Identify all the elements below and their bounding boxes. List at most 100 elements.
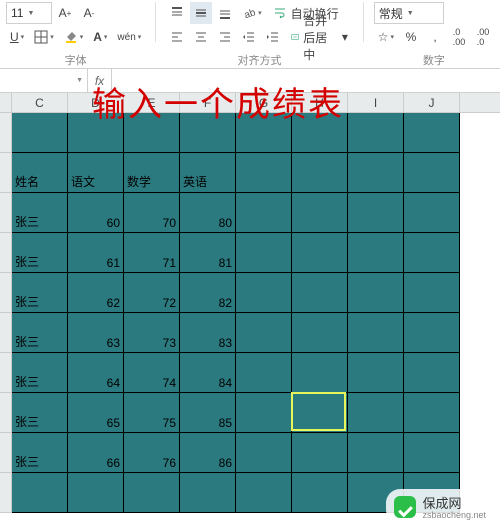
cell[interactable] <box>348 313 404 353</box>
cell[interactable]: 85 <box>180 393 236 433</box>
font-color-button[interactable]: A ▾ <box>89 26 111 48</box>
percent-button[interactable]: % <box>400 26 422 48</box>
row-header[interactable] <box>0 313 12 353</box>
underline-button[interactable]: U▾ <box>6 26 28 48</box>
column-header[interactable]: E <box>124 93 180 112</box>
cell[interactable]: 66 <box>68 433 124 473</box>
cell[interactable] <box>404 153 460 193</box>
cell[interactable]: 61 <box>68 233 124 273</box>
cell[interactable] <box>404 313 460 353</box>
align-left-button[interactable] <box>166 26 188 48</box>
cell[interactable]: 81 <box>180 233 236 273</box>
cell[interactable] <box>236 193 292 233</box>
cell[interactable] <box>404 393 460 433</box>
row-header[interactable] <box>0 153 12 193</box>
row-header[interactable] <box>0 393 12 433</box>
cell[interactable]: 张三 <box>12 313 68 353</box>
cell[interactable] <box>348 393 404 433</box>
cell[interactable]: 76 <box>124 433 180 473</box>
fx-button[interactable]: fx <box>88 69 112 92</box>
cell[interactable]: 张三 <box>12 393 68 433</box>
cell[interactable]: 张三 <box>12 233 68 273</box>
cell[interactable] <box>348 233 404 273</box>
cell[interactable]: 62 <box>68 273 124 313</box>
align-center-button[interactable] <box>190 26 212 48</box>
cell[interactable] <box>404 193 460 233</box>
cell[interactable] <box>124 473 180 513</box>
cell[interactable]: 74 <box>124 353 180 393</box>
cell[interactable] <box>404 273 460 313</box>
cell[interactable] <box>348 193 404 233</box>
currency-button[interactable]: ☆▾ <box>374 26 398 48</box>
cell[interactable]: 语文 <box>68 153 124 193</box>
cell[interactable]: 86 <box>180 433 236 473</box>
align-top-button[interactable] <box>166 2 188 24</box>
cell[interactable] <box>404 233 460 273</box>
cell[interactable]: 83 <box>180 313 236 353</box>
number-format-combo[interactable]: 常规 ▼ <box>374 2 444 24</box>
column-header[interactable]: G <box>236 93 292 112</box>
increase-decimal-button[interactable]: .0.00 <box>448 26 470 48</box>
cell[interactable] <box>124 113 180 153</box>
column-header[interactable]: J <box>404 93 460 112</box>
cell[interactable] <box>348 113 404 153</box>
row-header[interactable] <box>0 193 12 233</box>
cell[interactable] <box>404 113 460 153</box>
cell[interactable]: 80 <box>180 193 236 233</box>
comma-button[interactable]: , <box>424 26 446 48</box>
cell[interactable]: 张三 <box>12 273 68 313</box>
phonetic-button[interactable]: wén▾ <box>113 26 145 48</box>
cell[interactable] <box>236 393 292 433</box>
cell[interactable] <box>348 353 404 393</box>
cell[interactable] <box>180 113 236 153</box>
cell[interactable]: 64 <box>68 353 124 393</box>
cell[interactable] <box>236 113 292 153</box>
cell[interactable] <box>236 473 292 513</box>
row-header[interactable] <box>0 473 12 513</box>
cell[interactable] <box>180 473 236 513</box>
cell[interactable] <box>292 273 348 313</box>
cell[interactable] <box>68 113 124 153</box>
cell[interactable] <box>292 353 348 393</box>
cell[interactable]: 英语 <box>180 153 236 193</box>
cell[interactable] <box>292 433 348 473</box>
cell[interactable]: 60 <box>68 193 124 233</box>
cell[interactable] <box>292 153 348 193</box>
cell[interactable]: 张三 <box>12 433 68 473</box>
cell[interactable]: 73 <box>124 313 180 353</box>
row-header[interactable] <box>0 113 12 153</box>
cell[interactable] <box>68 473 124 513</box>
cell[interactable]: 数学 <box>124 153 180 193</box>
cell[interactable] <box>292 193 348 233</box>
row-header[interactable] <box>0 433 12 473</box>
column-header[interactable]: I <box>348 93 404 112</box>
cell[interactable] <box>12 113 68 153</box>
cell[interactable] <box>292 473 348 513</box>
cell[interactable]: 65 <box>68 393 124 433</box>
cell[interactable] <box>12 473 68 513</box>
cell[interactable] <box>348 153 404 193</box>
cell[interactable]: 72 <box>124 273 180 313</box>
increase-indent-button[interactable] <box>262 26 284 48</box>
cell[interactable] <box>236 353 292 393</box>
column-header[interactable]: H <box>292 93 348 112</box>
cell[interactable] <box>292 233 348 273</box>
cell[interactable] <box>236 273 292 313</box>
font-size-combo[interactable]: 11 ▼ <box>6 2 52 24</box>
row-header[interactable] <box>0 353 12 393</box>
cell[interactable] <box>236 433 292 473</box>
borders-button[interactable]: ▾ <box>30 26 58 48</box>
cell[interactable] <box>348 273 404 313</box>
column-header[interactable]: C <box>12 93 68 112</box>
cell[interactable] <box>292 393 348 433</box>
decrease-font-button[interactable]: A- <box>78 2 100 24</box>
decrease-indent-button[interactable] <box>238 26 260 48</box>
cell[interactable]: 82 <box>180 273 236 313</box>
cell[interactable]: 71 <box>124 233 180 273</box>
cell[interactable] <box>236 233 292 273</box>
cell[interactable] <box>404 353 460 393</box>
name-box[interactable]: ▼ <box>0 69 88 92</box>
cell[interactable] <box>292 313 348 353</box>
cell[interactable]: 75 <box>124 393 180 433</box>
column-header[interactable]: F <box>180 93 236 112</box>
